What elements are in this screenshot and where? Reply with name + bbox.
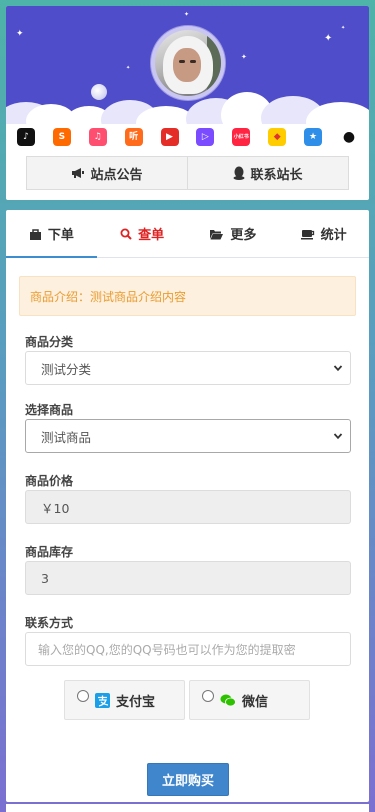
douyin-icon[interactable]: ♪	[16, 128, 35, 146]
order-card: 下单 查单 更多 统计 商品介绍：测试商品介绍内容 商品分类 测试分类 选择商品…	[6, 210, 369, 802]
price-field: ￥10	[25, 490, 351, 524]
alipay-radio[interactable]	[77, 690, 89, 702]
price-label: 商品价格	[25, 474, 74, 488]
category-label: 商品分类	[25, 335, 74, 349]
buy-now-button[interactable]: 立即购买	[147, 763, 229, 796]
pay-option-alipay[interactable]: 支付宝	[64, 680, 185, 720]
tab-query-label: 查单	[138, 228, 165, 243]
qq-penguin-icon	[233, 166, 245, 180]
search-icon	[120, 228, 132, 240]
category-select[interactable]: 测试分类	[25, 351, 351, 385]
qq-icon[interactable]: ●	[339, 128, 358, 146]
ting-icon[interactable]: 听	[124, 128, 143, 146]
tab-more-label: 更多	[230, 228, 257, 243]
tab-query[interactable]: 查单	[97, 210, 188, 257]
tab-bar: 下单 查单 更多 统计	[6, 210, 369, 258]
video-icon[interactable]: ▶	[160, 128, 179, 146]
player-icon[interactable]: ▷	[196, 128, 215, 146]
stock-label: 商品库存	[25, 545, 74, 559]
next-card-edge	[6, 804, 369, 812]
folder-icon	[210, 229, 224, 239]
product-intro-notice: 商品介绍：测试商品介绍内容	[19, 276, 356, 316]
header-banner: ✦ ✦ ✦ ✦ ✦ ✦	[6, 6, 369, 124]
music-icon[interactable]: ♫	[88, 128, 107, 146]
megaphone-icon	[72, 168, 85, 178]
category-select-value: 测试分类	[41, 361, 92, 377]
kugou-icon[interactable]: S	[52, 128, 71, 146]
app-icon-row: ♪ S ♫ 听 ▶ ▷ 小红书 ◆ ★ ●	[6, 124, 369, 150]
contact-label: 联系方式	[25, 616, 74, 630]
tab-order-label: 下单	[47, 228, 74, 243]
star-icon[interactable]: ★	[304, 128, 323, 146]
cup-icon	[300, 229, 314, 239]
alipay-label: 支付宝	[116, 694, 156, 710]
contact-owner-button[interactable]: 联系站长	[188, 156, 349, 190]
alipay-icon	[95, 692, 110, 708]
tab-order[interactable]: 下单	[6, 210, 97, 258]
tab-stats-label: 统计	[320, 228, 347, 243]
contact-input[interactable]: 输入您的QQ,您的QQ号码也可以作为您的提取密	[25, 632, 351, 666]
game-icon[interactable]: ◆	[268, 128, 287, 146]
wechat-radio[interactable]	[202, 690, 214, 702]
pay-option-wechat[interactable]: 微信	[189, 680, 310, 720]
site-notice-button[interactable]: 站点公告	[26, 156, 188, 190]
chevron-down-icon	[333, 433, 343, 440]
avatar	[151, 26, 225, 100]
contact-owner-label: 联系站长	[250, 167, 303, 183]
bag-icon	[29, 228, 41, 240]
payment-options: 支付宝 微信	[64, 680, 369, 720]
tab-more[interactable]: 更多	[188, 210, 279, 257]
product-select-value: 测试商品	[41, 429, 92, 445]
chevron-down-icon	[333, 365, 343, 372]
header-card: ✦ ✦ ✦ ✦ ✦ ✦ ♪ S ♫ 听 ▶ ▷ 小红书 ◆ ★ ● 站点公告 联…	[6, 6, 369, 200]
xiaohongshu-icon[interactable]: 小红书	[232, 128, 251, 146]
product-label: 选择商品	[25, 403, 74, 417]
wechat-icon	[220, 694, 236, 707]
product-select[interactable]: 测试商品	[25, 419, 351, 453]
tab-stats[interactable]: 统计	[278, 210, 369, 257]
stock-field: 3	[25, 561, 351, 595]
moon-icon	[91, 84, 107, 100]
wechat-label: 微信	[242, 694, 269, 710]
site-notice-label: 站点公告	[90, 167, 143, 183]
